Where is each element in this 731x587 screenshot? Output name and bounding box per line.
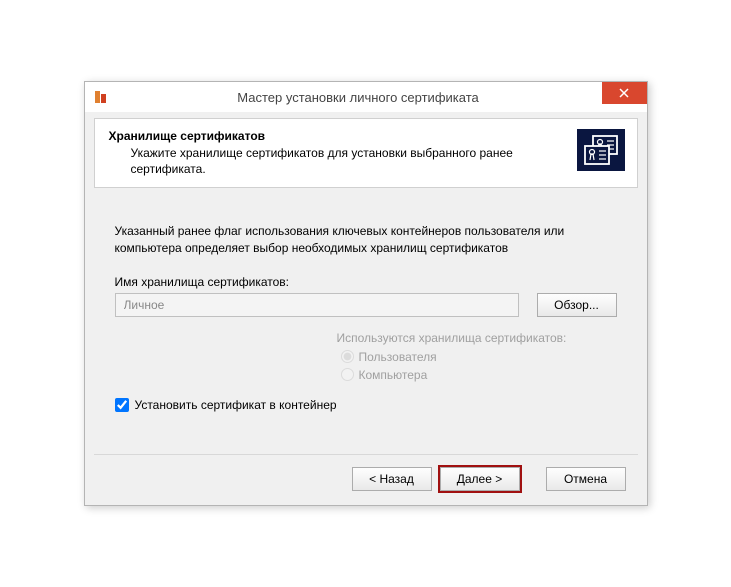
browse-button[interactable]: Обзор... — [537, 293, 617, 317]
radio-user-label: Пользователя — [359, 348, 437, 366]
store-name-input — [115, 293, 519, 317]
next-button[interactable]: Далее > — [440, 467, 520, 491]
store-field-row: Обзор... — [115, 293, 617, 317]
radio-computer-label: Компьютера — [359, 366, 428, 384]
wizard-header: Хранилище сертификатов Укажите хранилище… — [94, 118, 638, 188]
cancel-button[interactable]: Отмена — [546, 467, 626, 491]
radio-user — [341, 350, 354, 363]
close-icon — [619, 88, 629, 98]
install-to-container-checkbox[interactable] — [115, 398, 129, 412]
certificate-icon — [577, 129, 625, 171]
radio-computer-row: Компьютера — [341, 366, 617, 384]
back-button[interactable]: < Назад — [352, 467, 432, 491]
wizard-dialog: Мастер установки личного сертификата Хра… — [84, 81, 648, 506]
store-scope-label: Используются хранилища сертификатов: — [337, 331, 617, 345]
wizard-content: Указанный ранее флаг использования ключе… — [85, 188, 647, 454]
store-name-label: Имя хранилища сертификатов: — [115, 275, 617, 289]
titlebar: Мастер установки личного сертификата — [85, 82, 647, 112]
header-text: Хранилище сертификатов Укажите хранилище… — [109, 129, 569, 177]
install-to-container-label: Установить сертификат в контейнер — [135, 398, 337, 412]
wizard-footer: < Назад Далее > Отмена — [94, 454, 638, 505]
info-text: Указанный ранее флаг использования ключе… — [115, 223, 617, 257]
header-description: Укажите хранилище сертификатов для устан… — [131, 145, 531, 177]
radio-user-row: Пользователя — [341, 348, 617, 366]
store-scope-section: Используются хранилища сертификатов: Пол… — [337, 331, 617, 384]
app-icon — [93, 89, 109, 105]
radio-computer — [341, 368, 354, 381]
window-title: Мастер установки личного сертификата — [115, 90, 602, 105]
header-title: Хранилище сертификатов — [109, 129, 569, 143]
close-button[interactable] — [602, 82, 647, 104]
install-to-container-row[interactable]: Установить сертификат в контейнер — [115, 398, 617, 412]
